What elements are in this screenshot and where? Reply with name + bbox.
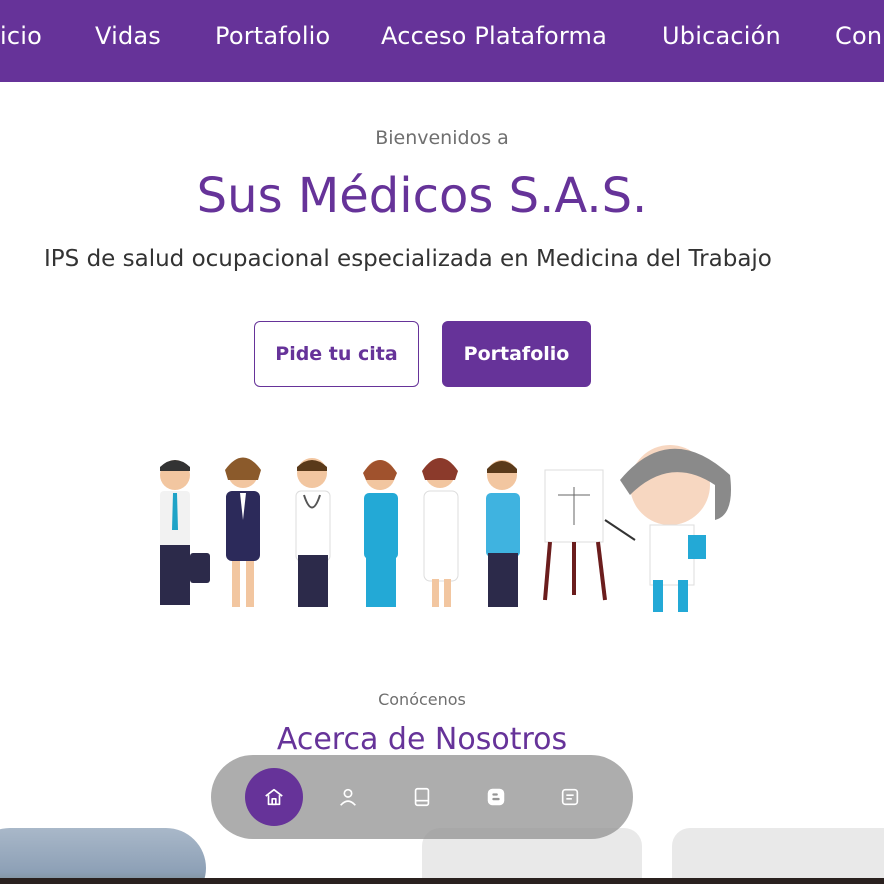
book-appointment-button[interactable]: Pide tu cita [254,321,419,387]
building-photo-card [0,828,206,884]
doctor-figure [295,458,331,607]
nav-item-contacto[interactable]: Con [835,22,882,50]
note-icon [561,788,579,806]
female-doctor-figure [422,458,459,607]
dock-notes-button[interactable] [541,768,599,826]
book-icon [414,787,430,807]
nurse-figure [363,460,398,607]
dock-blog-button[interactable] [467,768,525,826]
easel-figure [543,469,607,601]
nav-item-ubicacion[interactable]: Ubicación [662,22,781,50]
about-title: Acerca de Nosotros [276,722,568,757]
medical-staff-illustration [160,445,731,612]
top-nav: icio Vidas Portafolio Acceso Plataforma … [0,0,884,82]
user-icon [340,788,356,806]
male-doctor-figure [486,460,520,607]
dock-home-button[interactable] [245,768,303,826]
bottom-strip [0,878,884,884]
businessman-figure [160,460,210,605]
about-kicker: Conócenos [378,690,466,709]
dock-portfolio-button[interactable] [393,768,451,826]
dock-about-button[interactable] [319,768,377,826]
page-title: Sus Médicos S.A.S. [196,168,648,224]
nav-item-vidas[interactable]: Vidas [95,22,161,50]
portfolio-button[interactable]: Portafolio [442,321,591,387]
businesswoman-figure [225,457,261,607]
hero-subtitle: IPS de salud ocupacional especializada e… [44,246,772,272]
hero-kicker: Bienvenidos a [375,127,509,149]
info-card-team [672,828,884,884]
nav-item-portafolio[interactable]: Portafolio [215,22,330,50]
floating-dock [211,755,633,839]
blogger-icon [487,788,505,806]
nav-item-inicio[interactable]: icio [0,22,42,50]
home-icon [265,788,283,806]
nav-item-acceso-plataforma[interactable]: Acceso Plataforma [381,22,607,50]
presenter-figure [604,445,731,612]
